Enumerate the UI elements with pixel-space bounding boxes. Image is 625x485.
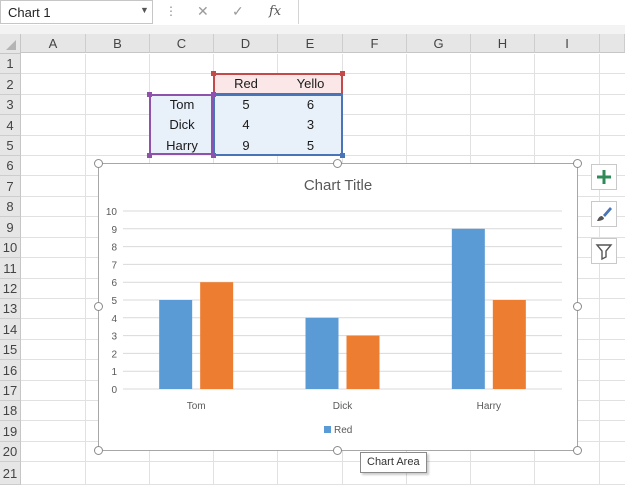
row-header[interactable]: 10 bbox=[0, 238, 21, 258]
column-header[interactable]: B bbox=[86, 34, 150, 53]
column-header[interactable]: H bbox=[471, 34, 535, 53]
y-tick-label: 1 bbox=[111, 367, 117, 378]
bar bbox=[305, 317, 339, 389]
range-handle[interactable] bbox=[211, 92, 216, 97]
name-box-value: Chart 1 bbox=[8, 5, 51, 20]
range-handle[interactable] bbox=[147, 153, 152, 158]
range-handle[interactable] bbox=[340, 71, 345, 76]
y-tick-label: 6 bbox=[111, 278, 117, 289]
y-tick-label: 10 bbox=[106, 207, 118, 218]
row-header[interactable]: 19 bbox=[0, 421, 21, 442]
y-tick-label: 2 bbox=[111, 349, 117, 360]
chart-elements-button[interactable] bbox=[591, 164, 617, 190]
chart-filters-button[interactable] bbox=[591, 238, 617, 264]
column-header[interactable]: G bbox=[407, 34, 471, 53]
insert-function-icon[interactable]: fx bbox=[269, 4, 281, 19]
row-header[interactable]: 8 bbox=[0, 197, 21, 217]
values-range-highlight bbox=[213, 94, 343, 156]
column-header[interactable]: F bbox=[343, 34, 407, 53]
legend-entry: Red bbox=[334, 425, 352, 436]
formula-bar-spacer bbox=[0, 25, 625, 34]
resize-handle-bottom-left[interactable] bbox=[94, 446, 103, 455]
bar bbox=[492, 300, 526, 389]
x-tick-label: Dick bbox=[333, 401, 353, 412]
series-name-range-highlight bbox=[213, 73, 343, 95]
formula-bar: Chart 1 ▼ ⋮ ✕ ✓ fx bbox=[0, 0, 625, 26]
row-header[interactable]: 20 bbox=[0, 442, 21, 462]
y-tick-label: 0 bbox=[111, 385, 117, 396]
range-handle[interactable] bbox=[211, 153, 216, 158]
resize-handle-top[interactable] bbox=[333, 159, 342, 168]
row-header[interactable]: 15 bbox=[0, 340, 21, 360]
select-all-icon bbox=[6, 40, 16, 50]
row-header[interactable]: 3 bbox=[0, 95, 21, 115]
y-tick-label: 3 bbox=[111, 332, 117, 343]
chart-styles-button[interactable] bbox=[591, 201, 617, 227]
chart-area-tooltip: Chart Area bbox=[360, 452, 427, 473]
column-header[interactable]: A bbox=[21, 34, 86, 53]
enter-check-icon[interactable]: ✓ bbox=[232, 3, 244, 20]
name-box[interactable]: Chart 1 ▼ bbox=[0, 0, 153, 24]
bar bbox=[346, 335, 380, 389]
column-header[interactable]: I bbox=[535, 34, 600, 53]
range-handle[interactable] bbox=[147, 92, 152, 97]
range-handle[interactable] bbox=[211, 71, 216, 76]
x-tick-label: Tom bbox=[187, 401, 206, 412]
row-header[interactable]: 7 bbox=[0, 176, 21, 197]
chevron-down-icon[interactable]: ▼ bbox=[140, 5, 149, 15]
row-header[interactable]: 12 bbox=[0, 279, 21, 299]
row-header[interactable]: 1 bbox=[0, 54, 21, 74]
row-header[interactable]: 2 bbox=[0, 74, 21, 95]
row-header[interactable]: 11 bbox=[0, 258, 21, 279]
y-tick-label: 7 bbox=[111, 260, 117, 271]
chart[interactable]: Chart Title 0 1 2 3 4 5 6 7 8 9 10 Tom Dick Harry Red bbox=[98, 163, 578, 451]
row-header[interactable]: 16 bbox=[0, 360, 21, 381]
row-header[interactable]: 13 bbox=[0, 299, 21, 319]
resize-handle-top-right[interactable] bbox=[573, 159, 582, 168]
y-tick-label: 4 bbox=[111, 314, 117, 325]
cancel-icon[interactable]: ✕ bbox=[197, 3, 209, 20]
select-all-corner[interactable] bbox=[0, 34, 21, 54]
more-options-icon[interactable]: ⋮ bbox=[165, 4, 177, 18]
row-header[interactable]: 6 bbox=[0, 156, 21, 176]
bar bbox=[200, 282, 234, 389]
resize-handle-top-left[interactable] bbox=[94, 159, 103, 168]
column-gridline bbox=[85, 54, 86, 485]
resize-handle-left[interactable] bbox=[94, 302, 103, 311]
x-tick-label: Harry bbox=[477, 401, 501, 412]
y-tick-label: 8 bbox=[111, 243, 117, 254]
y-tick-label: 5 bbox=[111, 296, 117, 307]
column-header[interactable]: E bbox=[278, 34, 343, 53]
resize-handle-right[interactable] bbox=[573, 302, 582, 311]
plus-icon bbox=[597, 170, 611, 184]
formula-input[interactable] bbox=[298, 0, 625, 24]
range-handle[interactable] bbox=[340, 153, 345, 158]
row-header[interactable]: 17 bbox=[0, 381, 21, 401]
column-header[interactable] bbox=[600, 34, 625, 53]
bar bbox=[159, 300, 193, 389]
resize-handle-bottom-right[interactable] bbox=[573, 446, 582, 455]
column-gridline bbox=[599, 54, 600, 485]
row-header[interactable]: 5 bbox=[0, 136, 21, 156]
chart-title: Chart Title bbox=[304, 177, 372, 194]
y-tick-label: 9 bbox=[111, 225, 117, 236]
row-header[interactable]: 14 bbox=[0, 319, 21, 340]
bar bbox=[451, 228, 485, 389]
row-header[interactable]: 4 bbox=[0, 115, 21, 136]
legend-swatch bbox=[324, 426, 331, 433]
category-range-highlight bbox=[149, 94, 213, 155]
resize-handle-bottom[interactable] bbox=[333, 446, 342, 455]
paintbrush-icon bbox=[597, 207, 612, 221]
column-header[interactable]: C bbox=[150, 34, 214, 53]
row-header[interactable]: 9 bbox=[0, 217, 21, 238]
row-header[interactable]: 21 bbox=[0, 462, 21, 485]
row-header[interactable]: 18 bbox=[0, 401, 21, 421]
filter-icon bbox=[595, 244, 613, 261]
column-header[interactable]: D bbox=[214, 34, 278, 53]
